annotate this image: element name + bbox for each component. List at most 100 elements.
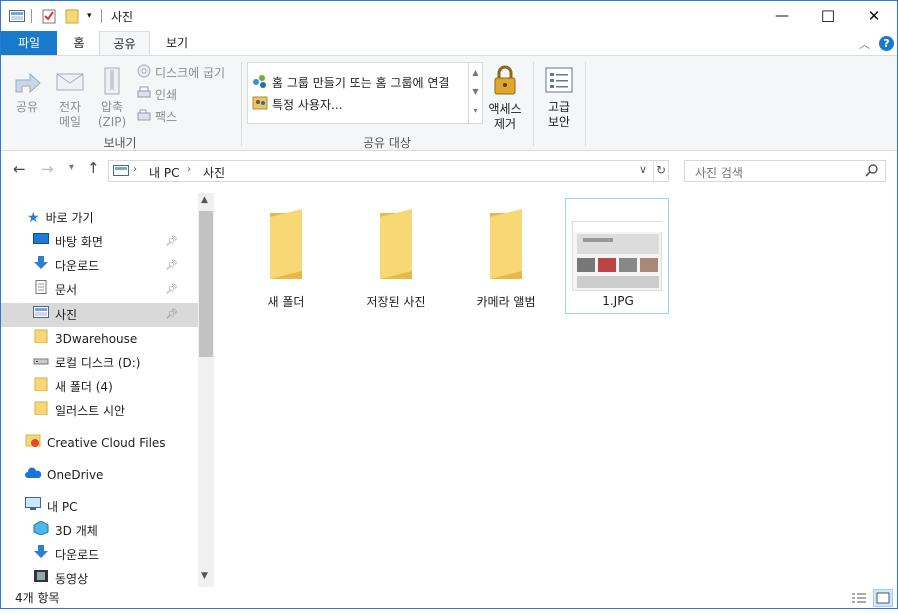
tab-file[interactable]: 파일 xyxy=(1,31,57,55)
remove-access-label-2: 제거 xyxy=(493,117,517,131)
folder-icon xyxy=(474,209,538,284)
customize-qa-icon[interactable]: ▾ xyxy=(87,8,92,24)
pin-icon[interactable]: 📌︎ xyxy=(165,231,178,253)
forward-arrow-icon[interactable]: → xyxy=(41,160,54,178)
pc-icon xyxy=(113,164,129,181)
search-icon[interactable] xyxy=(865,163,879,180)
tab-home[interactable]: 홈 xyxy=(59,31,99,55)
scroll-down-icon[interactable]: ▼ xyxy=(201,571,208,581)
scroll-thumb[interactable] xyxy=(199,211,213,357)
file-item-folder[interactable]: 새 폴더 xyxy=(234,199,338,313)
file-item-folder[interactable]: 카메라 앨범 xyxy=(454,199,558,313)
ribbon-tabs: 파일 홈 공유 보기 ︿ ? xyxy=(1,31,897,56)
group-share-with-label: 공유 대상 xyxy=(363,136,411,150)
breadcrumb-pc[interactable]: 내 PC xyxy=(149,164,179,181)
advanced-security-button[interactable]: 고급 보안 xyxy=(539,66,579,130)
folder-icon xyxy=(364,209,428,284)
tab-view[interactable]: 보기 xyxy=(153,31,201,55)
file-name: 새 폴더 xyxy=(267,295,305,309)
nav-item-local-disk[interactable]: 로컬 디스크 (D:) xyxy=(33,352,140,374)
share-arrow-icon xyxy=(9,66,45,100)
back-arrow-icon[interactable]: ← xyxy=(13,160,26,178)
nav-item-label: 다운로드 xyxy=(55,259,100,273)
pin-icon[interactable]: 📌︎ xyxy=(165,255,178,277)
file-name: 저장된 사진 xyxy=(366,295,426,309)
burn-label: 디스크에 굽기 xyxy=(155,66,226,80)
nav-onedrive-label: OneDrive xyxy=(47,468,104,482)
pin-icon[interactable]: 📌︎ xyxy=(165,279,178,301)
nav-onedrive[interactable]: OneDrive xyxy=(25,464,103,486)
print-button[interactable]: 인쇄 xyxy=(137,86,177,103)
email-label-1: 전자 xyxy=(58,100,82,114)
folder-icon xyxy=(33,400,49,422)
document-icon xyxy=(33,279,49,301)
folder-icon xyxy=(33,376,49,398)
close-button[interactable]: ✕ xyxy=(851,1,897,31)
address-dropdown-icon[interactable]: ∨ xyxy=(639,163,647,176)
explorer-window: ▾ 사진 — ☐ ✕ 파일 홈 공유 보기 ︿ ? 공유 전자 메일 압축 (Z… xyxy=(0,0,898,609)
nav-item-label: 새 폴더 (4) xyxy=(55,380,113,394)
nav-item-desktop[interactable]: 바탕 화면 📌︎ xyxy=(33,231,198,253)
up-arrow-icon[interactable]: ↑ xyxy=(87,159,100,177)
gallery-scroll[interactable]: ▲ ▼ ▾ xyxy=(468,62,483,124)
nav-item-label: 문서 xyxy=(55,283,78,297)
nav-creative-cloud[interactable]: Creative Cloud Files xyxy=(25,432,166,454)
recent-locations-icon[interactable]: ▾ xyxy=(69,162,74,173)
email-label-2: 메일 xyxy=(58,115,82,129)
file-item-image[interactable]: 1.JPG xyxy=(565,198,669,314)
search-box[interactable]: 사진 검색 xyxy=(684,160,886,182)
scroll-up-icon[interactable]: ▲ xyxy=(201,195,208,205)
computer-icon xyxy=(25,496,41,518)
nav-item-3d-objects[interactable]: 3D 개체 xyxy=(33,520,98,542)
collapse-ribbon-icon[interactable]: ︿ xyxy=(859,36,870,52)
homegroup-label: 홈 그룹 만들기 또는 홈 그룹에 연결 xyxy=(272,76,450,90)
tab-share[interactable]: 공유 xyxy=(99,31,150,56)
maximize-button[interactable]: ☐ xyxy=(805,1,851,31)
nav-item-3dwarehouse[interactable]: 3Dwarehouse xyxy=(33,328,137,350)
fax-button[interactable]: 팩스 xyxy=(137,108,177,125)
group-send-label: 보내기 xyxy=(103,136,137,150)
share-button[interactable]: 공유 xyxy=(9,66,45,115)
help-icon[interactable]: ? xyxy=(879,36,894,51)
nav-item-label: 사진 xyxy=(55,308,78,322)
address-divider xyxy=(653,161,654,181)
address-bar[interactable]: › 내 PC › 사진 ∨ ↻ xyxy=(108,160,669,182)
status-bar: 4개 항목 xyxy=(1,587,897,609)
burn-disc-button[interactable]: 디스크에 굽기 xyxy=(137,64,225,81)
title-bar: ▾ 사진 — ☐ ✕ xyxy=(1,1,897,31)
email-button[interactable]: 전자 메일 xyxy=(53,66,87,130)
email-icon xyxy=(53,66,87,100)
nav-scrollbar[interactable]: ▲ ▼ xyxy=(198,193,214,587)
homegroup-button[interactable]: 홈 그룹 만들기 또는 홈 그룹에 연결 xyxy=(252,74,449,91)
window-icon[interactable] xyxy=(9,8,25,24)
nav-item-illustration[interactable]: 일러스트 시안 xyxy=(33,400,125,422)
minimize-button[interactable]: — xyxy=(759,1,805,31)
nav-quick-access[interactable]: ★ 바로 가기 xyxy=(27,207,94,229)
ribbon-divider-2 xyxy=(533,62,534,146)
desktop-icon xyxy=(33,231,49,253)
properties-icon[interactable] xyxy=(42,8,56,24)
image-thumbnail xyxy=(572,221,663,291)
nav-item-label: 바탕 화면 xyxy=(55,235,103,249)
fax-icon xyxy=(137,108,151,125)
details-view-icon[interactable] xyxy=(851,591,867,613)
zip-button[interactable]: 압축 (ZIP) xyxy=(95,66,129,130)
cube-icon xyxy=(33,520,49,542)
breadcrumb-current[interactable]: 사진 xyxy=(203,164,225,181)
nav-item-downloads[interactable]: 다운로드 📌︎ xyxy=(33,255,198,277)
large-icons-view-icon[interactable] xyxy=(873,589,893,607)
remove-access-label-1: 액세스 xyxy=(488,102,522,116)
nav-item-pc-downloads[interactable]: 다운로드 xyxy=(33,544,99,566)
refresh-icon[interactable]: ↻ xyxy=(656,163,666,177)
file-item-folder[interactable]: 저장된 사진 xyxy=(344,199,448,313)
nav-this-pc[interactable]: 내 PC xyxy=(25,496,77,518)
remove-access-button[interactable]: 액세스 제거 xyxy=(483,64,527,132)
specific-people-button[interactable]: 특정 사용자... xyxy=(252,96,342,113)
nav-item-new-folder-4[interactable]: 새 폴더 (4) xyxy=(33,376,113,398)
pin-icon[interactable]: 📌︎ xyxy=(165,304,178,326)
nav-item-documents[interactable]: 문서 📌︎ xyxy=(33,279,198,301)
new-folder-icon[interactable] xyxy=(65,8,79,24)
search-input[interactable]: 사진 검색 xyxy=(695,164,743,181)
advanced-security-label-2: 보안 xyxy=(547,115,571,129)
nav-item-pictures[interactable]: 사진 📌︎ xyxy=(33,304,198,326)
